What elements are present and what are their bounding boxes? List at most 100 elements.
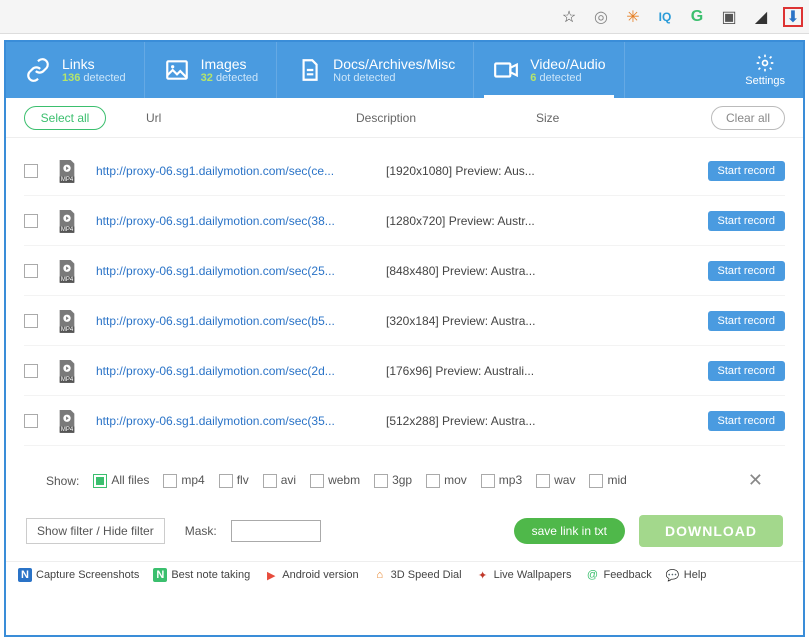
- gear-icon: [755, 53, 775, 73]
- bottom-link[interactable]: ▶ Android version: [264, 568, 358, 582]
- row-description: [1920x1080] Preview: Aus...: [386, 164, 566, 178]
- column-header-row: Select all Url Description Size Clear al…: [6, 98, 803, 138]
- tab-docs[interactable]: Docs/Archives/Misc Not detected: [277, 42, 474, 98]
- filter-toggle-button[interactable]: Show filter / Hide filter: [26, 518, 165, 544]
- bottom-link-label: Help: [684, 569, 707, 581]
- bottom-link-label: Android version: [282, 569, 358, 581]
- table-row: MP4 http://proxy-06.sg1.dailymotion.com/…: [24, 146, 785, 196]
- filter-option-label: flv: [237, 473, 249, 487]
- play-icon: ▶: [264, 568, 278, 582]
- star-icon[interactable]: ☆: [559, 7, 579, 27]
- star-icon: ✦: [476, 568, 490, 582]
- mask-label: Mask:: [185, 524, 217, 538]
- video-icon: [492, 56, 520, 84]
- row-checkbox[interactable]: [24, 164, 38, 178]
- bottom-link-label: Best note taking: [171, 569, 250, 581]
- at-icon: @: [585, 568, 599, 582]
- tab-video-title: Video/Audio: [530, 56, 605, 72]
- filter-option[interactable]: mov: [426, 473, 467, 487]
- bottom-link-label: 3D Speed Dial: [391, 569, 462, 581]
- row-checkbox[interactable]: [24, 214, 38, 228]
- download-extension-icon[interactable]: ⬇: [783, 7, 803, 27]
- close-filter-icon[interactable]: ✕: [748, 470, 763, 491]
- filter-option[interactable]: webm: [310, 473, 360, 487]
- rows-container: MP4 http://proxy-06.sg1.dailymotion.com/…: [6, 138, 803, 446]
- filter-option-label: avi: [281, 473, 296, 487]
- save-link-txt-button[interactable]: save link in txt: [514, 518, 625, 544]
- checkbox-icon: [481, 474, 495, 488]
- bottom-link[interactable]: ⌂3D Speed Dial: [373, 568, 462, 582]
- file-type-icon: MP4: [56, 259, 78, 283]
- start-record-button[interactable]: Start record: [708, 311, 785, 331]
- mask-input[interactable]: [231, 520, 321, 542]
- row-url[interactable]: http://proxy-06.sg1.dailymotion.com/sec(…: [96, 164, 386, 178]
- checkbox-icon: [263, 474, 277, 488]
- bottom-link[interactable]: 💬 Help: [666, 568, 707, 582]
- clear-all-button[interactable]: Clear all: [711, 106, 785, 130]
- honeybee-icon[interactable]: ✳: [623, 7, 643, 27]
- checkbox-icon: [93, 474, 107, 488]
- tab-links[interactable]: Links 136 detected: [6, 42, 145, 98]
- filter-option-label: All files: [111, 473, 149, 487]
- iq-icon[interactable]: IQ: [655, 7, 675, 27]
- checkbox-icon: [310, 474, 324, 488]
- filter-option[interactable]: mp3: [481, 473, 522, 487]
- chat-icon: 💬: [666, 568, 680, 582]
- row-url[interactable]: http://proxy-06.sg1.dailymotion.com/sec(…: [96, 314, 386, 328]
- checkbox-icon: [426, 474, 440, 488]
- row-checkbox[interactable]: [24, 364, 38, 378]
- col-header-description: Description: [356, 111, 536, 125]
- cast-icon[interactable]: ▣: [719, 7, 739, 27]
- filter-option[interactable]: flv: [219, 473, 249, 487]
- filter-option-label: mid: [607, 473, 626, 487]
- download-button[interactable]: DOWNLOAD: [639, 515, 783, 547]
- header-tabs: Links 136 detected Images 32 detected Do…: [6, 42, 803, 98]
- row-url[interactable]: http://proxy-06.sg1.dailymotion.com/sec(…: [96, 364, 386, 378]
- filter-option[interactable]: wav: [536, 473, 575, 487]
- row-description: [512x288] Preview: Austra...: [386, 414, 566, 428]
- filter-option[interactable]: avi: [263, 473, 296, 487]
- filter-option[interactable]: All files: [93, 473, 149, 487]
- target-icon[interactable]: ◎: [591, 7, 611, 27]
- filter-option-label: wav: [554, 473, 575, 487]
- link-icon: [24, 56, 52, 84]
- tab-images[interactable]: Images 32 detected: [145, 42, 278, 98]
- row-url[interactable]: http://proxy-06.sg1.dailymotion.com/sec(…: [96, 264, 386, 278]
- row-checkbox[interactable]: [24, 414, 38, 428]
- settings-button[interactable]: Settings: [727, 42, 803, 98]
- tab-video[interactable]: Video/Audio 6 detected: [474, 42, 624, 98]
- start-record-button[interactable]: Start record: [708, 161, 785, 181]
- filter-option[interactable]: mp4: [163, 473, 204, 487]
- row-description: [176x96] Preview: Australi...: [386, 364, 566, 378]
- bottom-link-label: Capture Screenshots: [36, 569, 139, 581]
- file-type-icon: MP4: [56, 309, 78, 333]
- checkbox-icon: [536, 474, 550, 488]
- app-window: Links 136 detected Images 32 detected Do…: [4, 40, 805, 637]
- filter-option[interactable]: mid: [589, 473, 626, 487]
- tab-docs-title: Docs/Archives/Misc: [333, 56, 455, 72]
- row-url[interactable]: http://proxy-06.sg1.dailymotion.com/sec(…: [96, 214, 386, 228]
- start-record-button[interactable]: Start record: [708, 361, 785, 381]
- start-record-button[interactable]: Start record: [708, 211, 785, 231]
- bottom-link[interactable]: NCapture Screenshots: [18, 568, 139, 582]
- filter-option-label: mp4: [181, 473, 204, 487]
- bottom-link-label: Live Wallpapers: [494, 569, 572, 581]
- file-type-icon: MP4: [56, 409, 78, 433]
- row-checkbox[interactable]: [24, 314, 38, 328]
- row-description: [320x184] Preview: Austra...: [386, 314, 566, 328]
- file-type-icon: MP4: [56, 209, 78, 233]
- paint-icon[interactable]: ◢: [751, 7, 771, 27]
- bottom-link[interactable]: ✦ Live Wallpapers: [476, 568, 572, 582]
- doc-icon: [295, 56, 323, 84]
- start-record-button[interactable]: Start record: [708, 411, 785, 431]
- row-checkbox[interactable]: [24, 264, 38, 278]
- checkbox-icon: [589, 474, 603, 488]
- bottom-link[interactable]: NBest note taking: [153, 568, 250, 582]
- filter-option[interactable]: 3gp: [374, 473, 412, 487]
- select-all-button[interactable]: Select all: [24, 106, 106, 130]
- start-record-button[interactable]: Start record: [708, 261, 785, 281]
- grammarly-icon[interactable]: G: [687, 7, 707, 27]
- bottom-link[interactable]: @Feedback: [585, 568, 651, 582]
- row-url[interactable]: http://proxy-06.sg1.dailymotion.com/sec(…: [96, 414, 386, 428]
- filter-option-label: 3gp: [392, 473, 412, 487]
